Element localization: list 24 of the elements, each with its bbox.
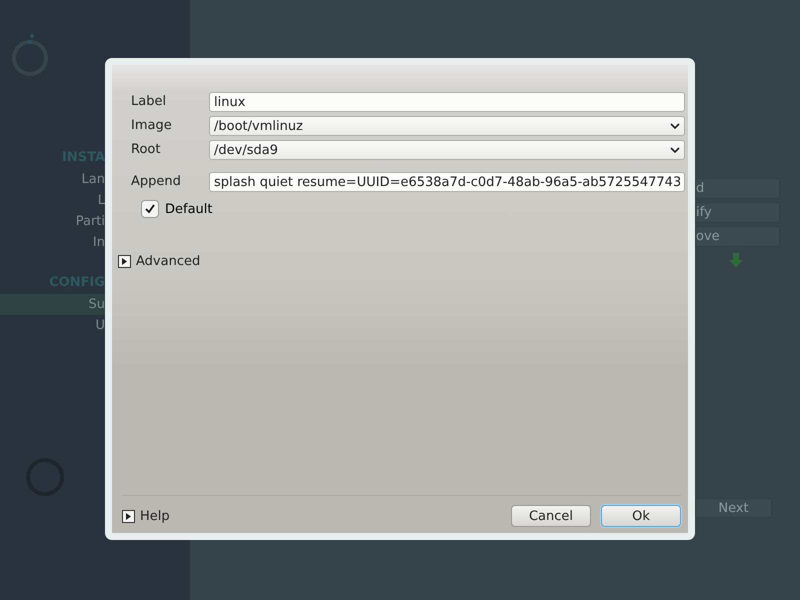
step-item: Lan (80, 171, 105, 189)
dropdown[interactable]: /boot/vmlinuz (209, 116, 685, 136)
chevron-down-icon (670, 122, 680, 130)
input-field[interactable]: splash quiet resume=UUID=e6538a7d-c0d7-48ab-96a5-ab5725547743 (209, 172, 685, 192)
step-item: Su (0, 294, 105, 315)
dropdown[interactable]: /dev/sda9 (209, 140, 685, 160)
field-label: Root (131, 141, 162, 157)
step-item: In (92, 234, 105, 252)
dialog-button[interactable]: Ok (601, 505, 681, 527)
field-label: Label (131, 93, 168, 109)
checkbox[interactable] (141, 200, 159, 218)
step-item: Parti (74, 213, 105, 231)
field-label: Append (131, 173, 182, 189)
step-item: L (96, 192, 105, 210)
check-icon (144, 203, 156, 215)
dialog-button[interactable]: Cancel (511, 505, 591, 527)
checkbox-label: Default (165, 202, 212, 216)
field-label: Image (131, 117, 173, 133)
expander-label[interactable]: Advanced (136, 254, 200, 269)
chevron-down-icon (670, 146, 680, 154)
input-field[interactable]: linux (209, 92, 685, 112)
step-item: U (94, 317, 105, 335)
down-arrow-icon (728, 252, 744, 268)
expander-label[interactable]: Help (140, 508, 170, 524)
